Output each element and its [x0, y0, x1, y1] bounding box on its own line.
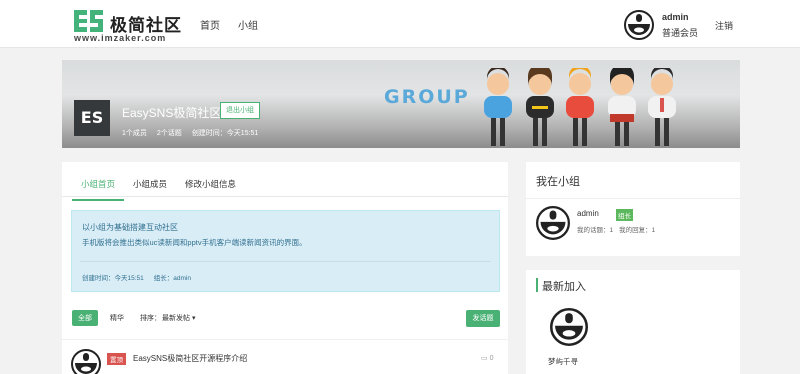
member-stats: 我的话题：1 我的回复：1: [577, 224, 655, 234]
avatar[interactable]: [550, 308, 588, 346]
leave-group-button[interactable]: 退出小组: [220, 102, 260, 119]
new-members-panel: 最新加入 梦屿千寻: [526, 270, 740, 374]
topic-count: 2个话题: [156, 130, 182, 137]
panel-divider: [526, 198, 740, 199]
avatar[interactable]: [624, 10, 654, 40]
intro-title: 以小组为基础搭建互动社区: [82, 223, 178, 232]
banner-group-word: GROUP: [384, 86, 470, 108]
my-group-panel: 我在小组 admin 组长 我的话题：1 我的回复：1: [526, 162, 740, 256]
my-topics-count: 我的话题：1: [577, 227, 614, 234]
filter-all-button[interactable]: 全部: [72, 310, 98, 326]
filter-featured-button[interactable]: 精华: [110, 313, 124, 323]
sort-dropdown[interactable]: 最新发帖 ▾: [162, 313, 195, 323]
list-divider: [62, 339, 508, 340]
intro-meta: 创建时间：今天15:51 组长：admin: [82, 272, 191, 282]
panel-title: 我在小组: [536, 176, 580, 188]
member-count: 1个成员: [122, 130, 147, 137]
intro-divider: [80, 261, 491, 262]
group-main-panel: 小组首页 小组成员 修改小组信息 以小组为基础搭建互动社区 手机版将会推出类似u…: [62, 162, 508, 374]
user-menu[interactable]: admin 普通会员: [624, 10, 698, 43]
logo-url: www.imzaker.com: [74, 33, 167, 43]
main-nav: 首页 小组: [200, 17, 258, 32]
panel-title: 最新加入: [542, 281, 586, 293]
comment-count: ▭ 0: [481, 355, 494, 362]
people-illustration: [484, 68, 676, 146]
sort-label: 排序：: [140, 315, 161, 322]
logo-es-mark: [74, 10, 103, 32]
my-group-user: admin 组长 我的话题：1 我的回复：1: [536, 206, 655, 243]
site-logo[interactable]: 极简社区 www.imzaker.com: [74, 9, 184, 43]
pinned-badge: 置顶: [107, 353, 126, 365]
avatar[interactable]: [71, 349, 101, 374]
tabs-divider: [62, 196, 508, 197]
member-name[interactable]: 梦屿千寻: [548, 356, 578, 367]
group-intro-box: 以小组为基础搭建互动社区 手机版将会推出类似uc读新闻和pptv手机客户端读新闻…: [71, 210, 500, 292]
user-role: 普通会员: [662, 28, 699, 38]
panel-accent-bar: [536, 278, 538, 292]
logout-link[interactable]: 注销: [715, 19, 733, 32]
comment-icon: ▭: [481, 355, 488, 362]
nav-groups[interactable]: 小组: [238, 17, 258, 32]
topic-title-link[interactable]: EasySNS极简社区开源程序介绍: [133, 353, 247, 364]
avatar[interactable]: [536, 206, 570, 240]
new-topic-button[interactable]: 发话题: [466, 310, 500, 327]
intro-description: 手机版将会推出类似uc读新闻和pptv手机客户端读新闻资讯的界面。: [82, 238, 307, 247]
intro-owner: 组长：admin: [153, 275, 191, 282]
topic-filter-bar: 全部 精华 排序： 最新发帖 ▾: [72, 310, 195, 326]
group-name: EasySNS极简社区: [122, 106, 222, 120]
top-nav-bar: 极简社区 www.imzaker.com 首页 小组 admin 普通会员 注销: [0, 0, 800, 48]
nav-home[interactable]: 首页: [200, 17, 220, 32]
my-replies-count: 我的回复：1: [619, 227, 656, 234]
user-name[interactable]: admin: [662, 12, 689, 22]
member-name[interactable]: admin: [577, 209, 599, 218]
created-time: 创建时间：今天15:51: [191, 130, 259, 137]
intro-created: 创建时间：今天15:51: [82, 275, 144, 282]
group-stats: 1个成员 2个话题 创建时间：今天15:51: [122, 128, 258, 138]
list-item[interactable]: 置顶 EasySNS极简社区开源程序介绍 ▭ 0: [71, 349, 499, 374]
group-logo: ES: [74, 100, 110, 136]
role-badge: 组长: [616, 209, 633, 221]
